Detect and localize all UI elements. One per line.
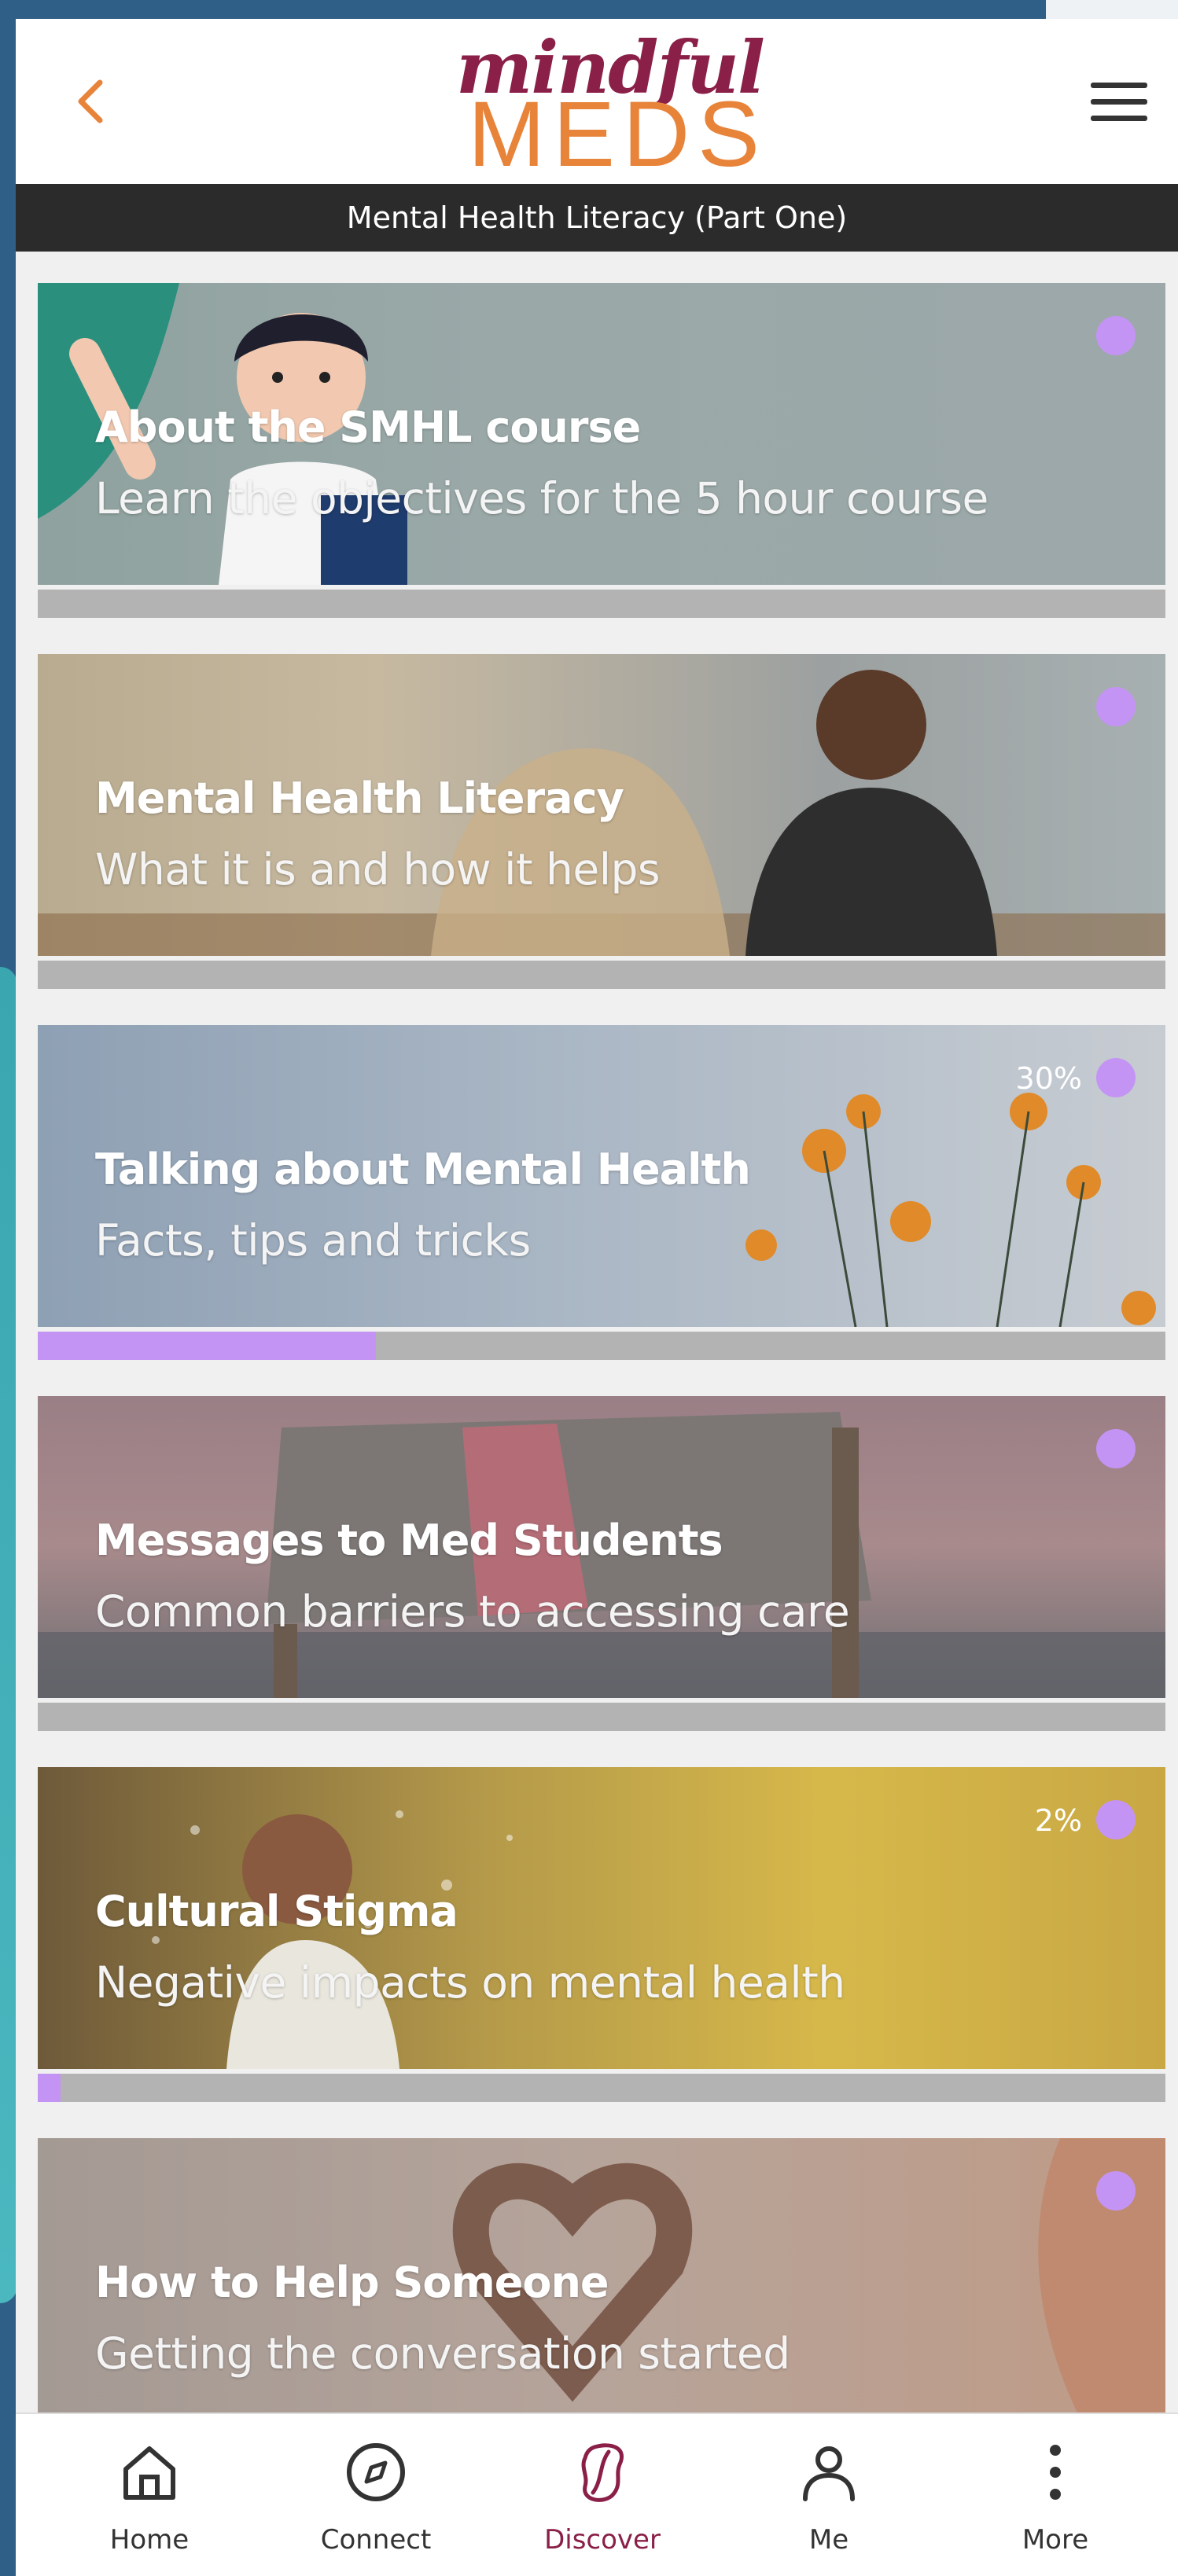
progress-percent-label: 2% [1034, 1803, 1082, 1838]
module-subtitle: Facts, tips and tricks [95, 1215, 531, 1266]
nav-label: Discover [544, 2524, 661, 2556]
back-button[interactable] [63, 74, 118, 129]
module-card: Mental Health Literacy What it is and ho… [38, 654, 1165, 989]
module-card: Cultural Stigma Negative impacts on ment… [38, 1767, 1165, 2102]
module-subtitle: What it is and how it helps [95, 844, 661, 895]
module-progress-track [38, 1332, 1165, 1360]
chevron-left-icon [78, 79, 103, 123]
module-title: How to Help Someone [95, 2258, 609, 2307]
module-progress-track [38, 961, 1165, 989]
nav-label: More [1022, 2524, 1089, 2556]
module-banner[interactable]: Talking about Mental Health Facts, tips … [38, 1025, 1165, 1327]
background-corner [1046, 0, 1178, 19]
nav-item-me[interactable]: Me [750, 2414, 907, 2576]
status-dot [1096, 316, 1136, 355]
nav-label: Home [109, 2524, 190, 2556]
module-progress-track [38, 590, 1165, 618]
background-accent-strip [0, 967, 17, 2303]
logo-main-text: MEDS [468, 83, 768, 186]
module-progress-track [38, 2074, 1165, 2102]
module-title: Mental Health Literacy [95, 774, 624, 823]
nav-item-discover[interactable]: Discover [524, 2414, 681, 2576]
module-title: Messages to Med Students [95, 1516, 723, 1565]
module-banner[interactable]: Messages to Med Students Common barriers… [38, 1396, 1165, 1698]
status-dot [1096, 687, 1136, 726]
module-banner[interactable]: About the SMHL course Learn the objectiv… [38, 283, 1165, 585]
module-banner[interactable]: Cultural Stigma Negative impacts on ment… [38, 1767, 1165, 2069]
status-dot [1096, 1058, 1136, 1097]
module-progress-track [38, 1703, 1165, 1731]
hamburger-menu-icon [1091, 83, 1147, 121]
compass-icon [347, 2443, 405, 2501]
section-title: Mental Health Literacy (Part One) [346, 200, 848, 235]
progress-percent-label: 30% [1015, 1061, 1082, 1096]
module-progress-fill [38, 1332, 377, 1360]
status-dot [1096, 2171, 1136, 2210]
module-subtitle: Common barriers to accessing care [95, 1586, 850, 1637]
module-title: Talking about Mental Health [95, 1145, 751, 1194]
nav-item-more[interactable]: More [977, 2414, 1134, 2576]
section-title-bar: Mental Health Literacy (Part One) [16, 184, 1178, 252]
module-card: About the SMHL course Learn the objectiv… [38, 283, 1165, 618]
discover-icon [581, 2443, 624, 2502]
home-icon [123, 2446, 175, 2500]
module-progress-fill [38, 2074, 61, 2102]
module-card: Messages to Med Students Common barriers… [38, 1396, 1165, 1731]
nav-item-home[interactable]: Home [71, 2414, 228, 2576]
app-logo: mindful MEDS [436, 19, 767, 184]
app-screen: mindful MEDS Mental Health Literacy (Par… [16, 19, 1178, 2576]
module-subtitle: Learn the objectives for the 5 hour cour… [95, 473, 988, 524]
app-header: mindful MEDS [16, 19, 1178, 184]
nav-label: Me [808, 2524, 849, 2556]
module-title: Cultural Stigma [95, 1887, 458, 1936]
status-dot [1096, 1800, 1136, 1839]
module-title: About the SMHL course [95, 402, 641, 452]
person-icon [803, 2446, 855, 2501]
nav-item-connect[interactable]: Connect [297, 2414, 455, 2576]
status-dot [1096, 1429, 1136, 1468]
module-banner[interactable]: Mental Health Literacy What it is and ho… [38, 654, 1165, 956]
menu-button[interactable] [1084, 74, 1154, 129]
module-subtitle: Getting the conversation started [95, 2328, 790, 2379]
module-banner[interactable]: How to Help Someone Getting the conversa… [38, 2138, 1165, 2440]
module-subtitle: Negative impacts on mental health [95, 1957, 845, 2008]
bottom-navigation: Home Connect Discover Me More [16, 2412, 1178, 2576]
nav-label: Connect [320, 2524, 432, 2556]
module-card: Talking about Mental Health Facts, tips … [38, 1025, 1165, 1360]
more-vertical-icon [1050, 2445, 1061, 2500]
